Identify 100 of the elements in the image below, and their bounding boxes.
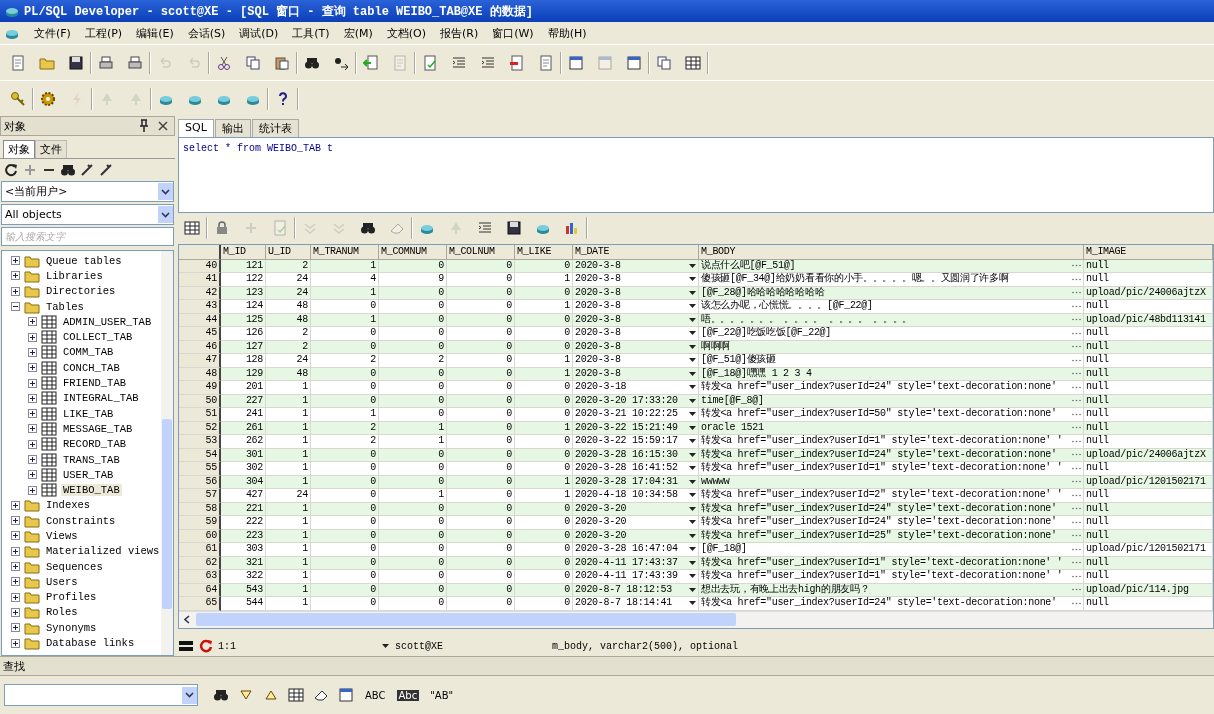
scroll-left-icon[interactable]	[183, 615, 190, 625]
ellipsis-icon[interactable]	[1072, 439, 1081, 443]
tree-item[interactable]: ADMIN_USER_TAB	[61, 315, 154, 328]
expander-icon[interactable]	[28, 470, 37, 480]
tree-item[interactable]: Constraints	[44, 514, 118, 527]
caret-icon[interactable]	[689, 263, 696, 268]
tree-item[interactable]: CONCH_TAB	[61, 361, 122, 374]
menu-item[interactable]: 窗口(W)	[492, 25, 534, 41]
expander-icon[interactable]	[28, 332, 37, 342]
chart-icon[interactable]	[564, 220, 580, 237]
tree-item[interactable]: Database links	[44, 637, 137, 650]
menu-item[interactable]: 文档(O)	[386, 25, 426, 41]
wand-icon[interactable]	[79, 162, 95, 178]
menu-item[interactable]: 宏(M)	[343, 25, 373, 41]
load-file-icon[interactable]	[363, 54, 379, 71]
unindent-icon[interactable]	[480, 54, 496, 71]
tree-item[interactable]: LIKE_TAB	[61, 407, 116, 420]
expander-icon[interactable]	[11, 623, 20, 633]
menu-item[interactable]: 工程(P)	[84, 25, 123, 41]
caret-icon[interactable]	[689, 317, 696, 322]
caret-icon[interactable]	[689, 290, 696, 295]
document-icon[interactable]	[509, 54, 525, 71]
ellipsis-icon[interactable]	[1072, 358, 1081, 362]
ellipsis-icon[interactable]	[1072, 318, 1081, 322]
ellipsis-icon[interactable]	[1072, 372, 1081, 376]
expander-icon[interactable]	[11, 592, 20, 602]
window-icon[interactable]	[568, 54, 584, 71]
ellipsis-icon[interactable]	[1072, 331, 1081, 335]
expander-icon[interactable]	[11, 577, 20, 587]
ellipsis-icon[interactable]	[1072, 574, 1081, 578]
window-icon[interactable]	[626, 54, 642, 71]
tree-item[interactable]: Libraries	[44, 269, 105, 282]
connection-label[interactable]: scott@XE	[395, 640, 443, 652]
expander-icon[interactable]	[28, 439, 37, 449]
caret-icon[interactable]	[689, 331, 696, 336]
lock-icon[interactable]	[214, 220, 230, 237]
column-header[interactable]: M_COLNUM	[447, 244, 515, 260]
find-icon[interactable]	[60, 162, 76, 178]
save-icon[interactable]	[506, 220, 522, 237]
menu-item[interactable]: 工具(T)	[292, 25, 330, 41]
menu-item[interactable]: 编辑(E)	[136, 25, 174, 41]
cut-icon[interactable]	[216, 54, 232, 71]
caret-icon[interactable]	[689, 344, 696, 349]
checked-document-icon[interactable]	[422, 54, 438, 71]
print-icon[interactable]	[98, 54, 114, 71]
ellipsis-icon[interactable]	[1072, 399, 1081, 403]
option-button[interactable]: Abc	[396, 689, 420, 701]
caret-icon[interactable]	[689, 493, 696, 498]
editor-tab[interactable]: 统计表	[251, 119, 299, 137]
tree-item[interactable]: WEIBO_TAB	[61, 484, 122, 497]
grid-icon[interactable]	[184, 220, 200, 237]
tree-item[interactable]: COLLECT_TAB	[61, 331, 135, 344]
ellipsis-icon[interactable]	[1072, 385, 1081, 389]
paste-icon[interactable]	[274, 54, 290, 71]
tree-item[interactable]: Synonyms	[44, 621, 99, 634]
new-file-icon[interactable]	[10, 54, 26, 71]
menu-item[interactable]: 帮助(H)	[547, 25, 587, 41]
find-field[interactable]	[4, 684, 198, 706]
ellipsis-icon[interactable]	[1072, 466, 1081, 470]
caret-icon[interactable]	[689, 304, 696, 309]
save-icon[interactable]	[68, 54, 84, 71]
expander-icon[interactable]	[28, 393, 37, 403]
expander-icon[interactable]	[28, 409, 37, 419]
option-button[interactable]: "AB"	[428, 689, 456, 701]
expander-icon[interactable]	[11, 286, 20, 296]
caret-icon[interactable]	[689, 574, 696, 579]
print-preview-icon[interactable]	[127, 54, 143, 71]
editor-tab[interactable]: SQL	[178, 119, 214, 137]
expander-icon[interactable]	[28, 424, 37, 434]
menu-item[interactable]: 报告(R)	[439, 25, 479, 41]
caret-icon[interactable]	[689, 371, 696, 376]
type-select[interactable]: All objects	[1, 204, 174, 225]
window-icon[interactable]	[338, 687, 354, 703]
caret-icon[interactable]	[689, 520, 696, 525]
tree-item[interactable]: INTEGRAL_TAB	[61, 392, 141, 405]
ellipsis-icon[interactable]	[1072, 277, 1081, 281]
expander-icon[interactable]	[28, 455, 37, 464]
owner-select[interactable]: <当前用户>	[1, 181, 174, 202]
ellipsis-icon[interactable]	[1072, 453, 1081, 457]
editor-tab[interactable]: 输出	[214, 119, 251, 137]
tree-item[interactable]: Directories	[44, 285, 118, 298]
search-field[interactable]: 输入搜索文字	[1, 227, 174, 246]
tree-item[interactable]: Indexes	[44, 499, 93, 512]
expander-icon[interactable]	[11, 271, 20, 281]
wand-icon[interactable]	[98, 162, 114, 178]
panel-tab[interactable]: 对象	[3, 140, 35, 158]
ellipsis-icon[interactable]	[1072, 345, 1081, 349]
ellipsis-icon[interactable]	[1072, 588, 1081, 592]
expander-icon[interactable]	[11, 638, 20, 648]
caret-icon[interactable]	[689, 358, 696, 363]
column-header[interactable]: M_TRANUM	[311, 244, 379, 260]
tree-item[interactable]: Users	[44, 575, 80, 588]
caret-icon[interactable]	[689, 601, 696, 606]
expander-icon[interactable]	[11, 546, 20, 556]
indent-icon[interactable]	[451, 54, 467, 71]
caret-icon[interactable]	[689, 533, 696, 538]
panel-tab[interactable]: 文件	[35, 140, 67, 158]
gear-icon[interactable]	[40, 90, 56, 107]
ellipsis-icon[interactable]	[1072, 520, 1081, 524]
column-header[interactable]: U_ID	[266, 244, 311, 260]
